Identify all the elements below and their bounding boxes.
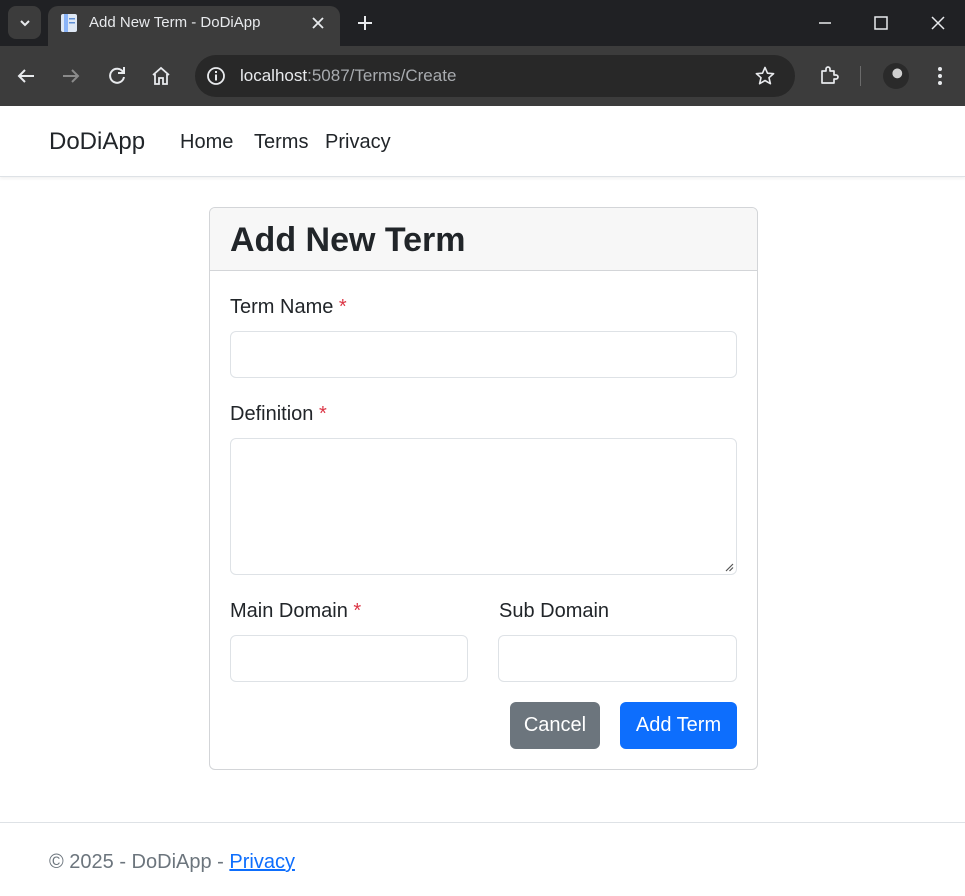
url-text: localhost:5087/Terms/Create [240,66,456,86]
minimize-icon[interactable] [814,12,836,34]
required-marker: * [338,296,347,318]
home-icon[interactable] [149,64,173,88]
term-name-label-text: Term Name [230,296,334,318]
close-icon[interactable] [310,15,326,31]
tab-title: Add New Term - DoDiApp [89,14,261,31]
window-close-icon[interactable] [927,12,949,34]
add-term-button[interactable]: Add Term [620,702,737,749]
page-title: Add New Term [230,221,466,259]
footer-copyright: © 2025 - DoDiApp - [49,851,230,873]
sub-domain-label: Sub Domain [499,600,609,623]
footer-privacy-link[interactable]: Privacy [229,851,295,873]
new-tab-plus-icon[interactable] [354,12,376,34]
card-header: Add New Term [210,208,757,271]
document-icon [61,14,77,32]
sub-domain-label-text: Sub Domain [499,600,610,622]
toolbar-divider [860,66,861,86]
address-bar[interactable]: localhost:5087/Terms/Create [195,55,795,97]
site-navbar: DoDiApp Home Terms Privacy [0,106,965,177]
profile-avatar[interactable] [883,63,909,89]
extensions-puzzle-icon[interactable] [817,63,841,87]
sub-domain-input[interactable] [498,635,737,682]
term-name-input[interactable] [230,331,737,378]
maximize-icon[interactable] [870,12,892,34]
main-domain-input[interactable] [230,635,468,682]
required-marker: * [353,600,362,622]
reload-icon[interactable] [105,64,129,88]
main-domain-label: Main Domain * [230,600,361,623]
more-vert-icon[interactable] [930,64,950,88]
site-info-icon[interactable] [205,65,227,87]
url-path: :5087/Terms/Create [307,66,457,85]
add-term-card: Add New Term Term Name * Definition * Ma… [209,207,758,770]
definition-label-text: Definition [230,403,314,425]
footer-text: © 2025 - DoDiApp - Privacy [49,851,295,874]
nav-link-privacy[interactable]: Privacy [325,131,391,154]
browser-tab-strip: Add New Term - DoDiApp [0,0,965,46]
chevron-down-icon [19,19,30,26]
definition-textarea[interactable] [230,438,737,575]
url-host: localhost [240,66,308,85]
forward-arrow-icon[interactable] [59,64,83,88]
back-arrow-icon[interactable] [14,64,38,88]
tab-search-button[interactable] [8,6,41,39]
cancel-button[interactable]: Cancel [510,702,600,749]
required-marker: * [318,403,327,425]
bookmark-star-icon[interactable] [754,65,776,87]
nav-link-terms[interactable]: Terms [254,131,308,154]
browser-toolbar: localhost:5087/Terms/Create [0,46,965,106]
site-footer: © 2025 - DoDiApp - Privacy [0,822,965,896]
nav-link-home[interactable]: Home [180,131,233,154]
resize-grip-icon[interactable] [725,563,734,572]
navbar-brand[interactable]: DoDiApp [49,128,145,156]
main-domain-label-text: Main Domain [230,600,348,622]
definition-label: Definition * [230,403,327,426]
browser-tab[interactable]: Add New Term - DoDiApp [48,6,340,46]
term-name-label: Term Name * [230,296,347,319]
